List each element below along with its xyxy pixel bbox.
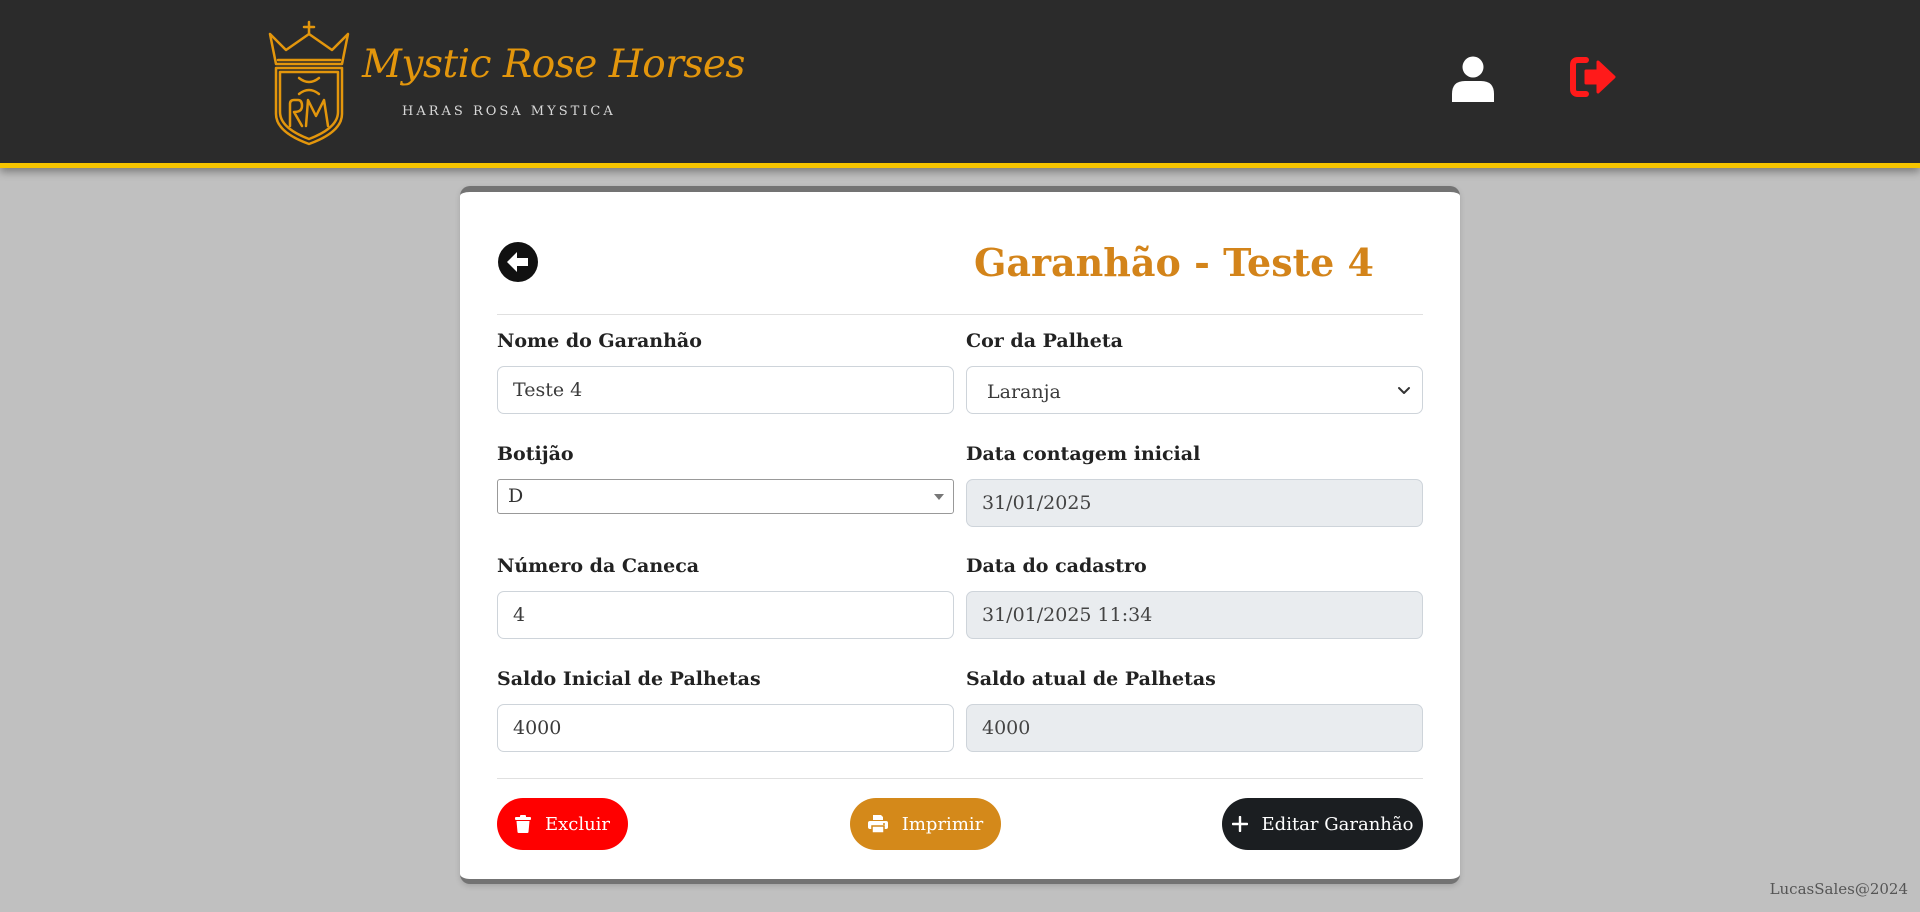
data-contagem-input[interactable] — [966, 479, 1423, 527]
botijao-label: Botijão — [497, 443, 574, 465]
brand-subtitle: HARAS ROSA MYSTICA — [402, 104, 616, 119]
botijao-select-value: D — [508, 485, 524, 507]
delete-button[interactable]: Excluir — [497, 798, 628, 850]
header-divider — [497, 314, 1423, 315]
brand-title: Mystic Rose Horses — [362, 42, 745, 87]
cor-select-value: Laranja — [966, 366, 1423, 414]
saldo-atual-label: Saldo atual de Palhetas — [966, 668, 1216, 690]
cor-label: Cor da Palheta — [966, 330, 1123, 352]
caneca-label: Número da Caneca — [497, 555, 700, 577]
botijao-select[interactable]: D — [497, 479, 954, 514]
data-contagem-label: Data contagem inicial — [966, 443, 1201, 465]
print-button-label: Imprimir — [901, 813, 984, 835]
print-button[interactable]: Imprimir — [850, 798, 1001, 850]
edit-stallion-button[interactable]: Editar Garanhão — [1222, 798, 1423, 850]
brand-logo[interactable]: Mystic Rose Horses HARAS ROSA MYSTICA — [266, 20, 745, 148]
data-cadastro-input[interactable] — [966, 591, 1423, 639]
trash-icon — [514, 815, 531, 833]
page-title: Garanhão - Teste 4 — [973, 240, 1374, 285]
data-cadastro-label: Data do cadastro — [966, 555, 1147, 577]
logout-button[interactable] — [1570, 56, 1618, 104]
nome-label: Nome do Garanhão — [497, 330, 702, 352]
delete-button-label: Excluir — [544, 813, 611, 835]
plus-icon — [1231, 816, 1248, 832]
footer-credit: LucasSales@2024 — [1769, 880, 1908, 898]
nome-input[interactable] — [497, 366, 954, 414]
dropdown-arrow-icon — [934, 494, 944, 500]
user-icon — [1452, 56, 1494, 102]
printer-icon — [867, 815, 888, 833]
saldo-inicial-label: Saldo Inicial de Palhetas — [497, 668, 761, 690]
logout-icon — [1570, 57, 1616, 97]
top-header: Mystic Rose Horses HARAS ROSA MYSTICA — [0, 0, 1920, 168]
stallion-detail-card: Garanhão - Teste 4 Nome do Garanhão Cor … — [460, 186, 1460, 884]
saldo-atual-input[interactable] — [966, 704, 1423, 752]
crown-crest-icon — [268, 20, 350, 146]
caneca-input[interactable] — [497, 591, 954, 639]
edit-button-label: Editar Garanhão — [1261, 813, 1414, 835]
footer-divider — [497, 778, 1423, 779]
user-profile-button[interactable] — [1452, 56, 1500, 104]
cor-select[interactable]: Laranja — [966, 366, 1423, 414]
saldo-inicial-input[interactable] — [497, 704, 954, 752]
